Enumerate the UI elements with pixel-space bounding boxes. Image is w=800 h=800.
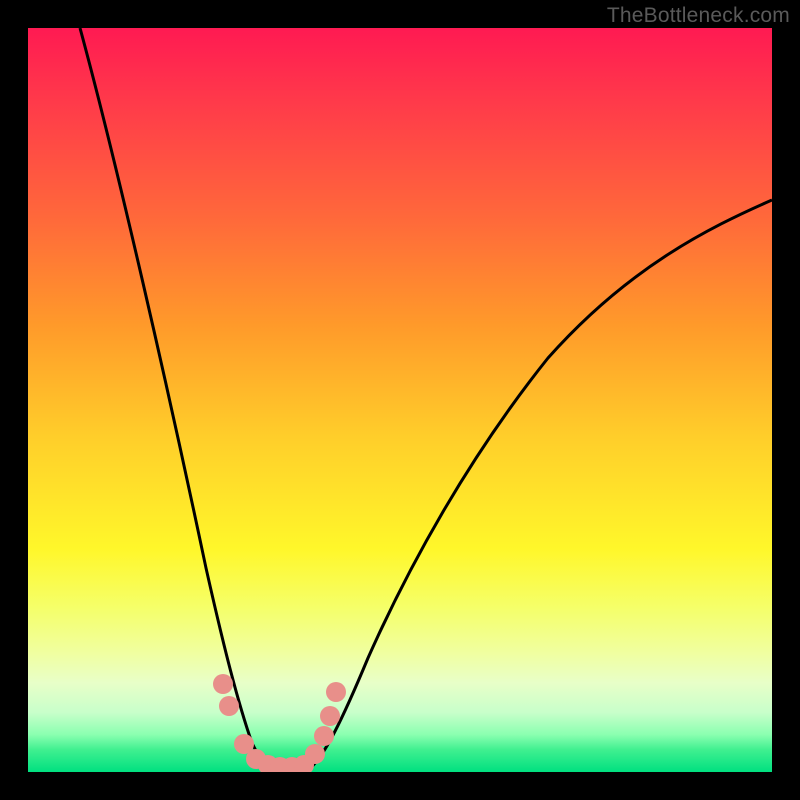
marker-dot: [326, 682, 346, 702]
marker-group: [213, 674, 346, 772]
marker-dot: [305, 744, 325, 764]
marker-dot: [314, 726, 334, 746]
bottleneck-curve: [28, 28, 772, 772]
attribution-label: TheBottleneck.com: [607, 4, 790, 28]
marker-dot: [219, 696, 239, 716]
right-curve: [308, 200, 772, 770]
chart-frame: TheBottleneck.com: [0, 0, 800, 800]
marker-dot: [320, 706, 340, 726]
left-curve: [80, 28, 278, 770]
marker-dot: [213, 674, 233, 694]
chart-plot-area: [28, 28, 772, 772]
